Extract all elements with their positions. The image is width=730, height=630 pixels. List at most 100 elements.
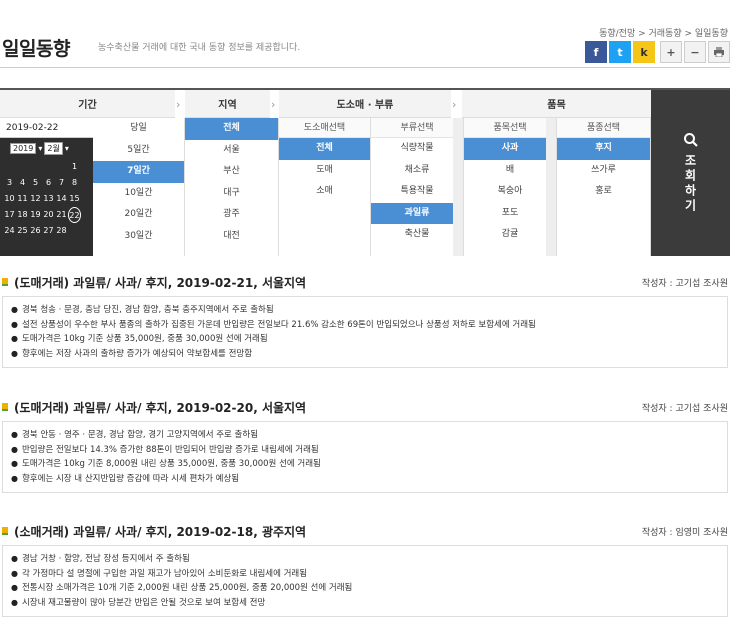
chevron-right-icon: › (271, 98, 276, 111)
calendar-day[interactable]: 20 (42, 207, 55, 223)
item-option[interactable]: 포도 (464, 203, 556, 225)
region-option[interactable]: 광주 (185, 204, 278, 226)
calendar-day[interactable]: 19 (29, 207, 42, 223)
scrollbar[interactable] (453, 118, 463, 256)
calendar-day[interactable] (29, 159, 42, 175)
calendar-day[interactable]: 18 (16, 207, 29, 223)
region-list: 전체 서울 부산 대구 광주 대전 (185, 118, 279, 256)
calendar-day[interactable] (68, 223, 81, 239)
title-marker-icon (2, 403, 8, 409)
article-author: 작성자 : 임영미 조사원 (641, 528, 728, 538)
period-option[interactable]: 5일간 (93, 140, 184, 162)
market-option[interactable]: 도매 (279, 160, 370, 182)
calendar-day[interactable]: 4 (16, 175, 29, 191)
calendar-day[interactable] (16, 159, 29, 175)
item-option[interactable]: 배 (464, 160, 556, 182)
item-option[interactable]: 사과 (464, 138, 556, 160)
calendar-day[interactable]: 1 (68, 159, 81, 175)
calendar-day[interactable]: 24 (3, 223, 16, 239)
calendar-day[interactable]: 3 (3, 175, 16, 191)
calendar-day[interactable]: 14 (55, 191, 68, 207)
article-line: 설전 상품성이 우수한 부사 품종의 출하가 집중된 가운데 반입량은 전일보다… (11, 318, 719, 333)
calendar-day[interactable] (3, 159, 16, 175)
variety-list: 품종선택 후지 쓰가루 홍로 (557, 118, 651, 256)
calendar-day[interactable]: 27 (42, 223, 55, 239)
chevron-down-icon[interactable]: ▾ (38, 144, 42, 153)
article-title[interactable]: (도매거래) 과일류/ 사과/ 후지, 2019-02-20, 서울지역 (14, 399, 306, 416)
category-option[interactable]: 특용작물 (371, 181, 463, 203)
month-select[interactable]: 2월 (44, 142, 63, 155)
calendar-day[interactable]: 13 (42, 191, 55, 207)
market-option[interactable]: 소매 (279, 181, 370, 203)
print-button[interactable] (708, 41, 730, 63)
calendar-day[interactable]: 26 (29, 223, 42, 239)
chevron-right-icon: › (176, 98, 181, 111)
calendar-day[interactable]: 12 (29, 191, 42, 207)
region-header: 지역 (185, 90, 270, 118)
calendar-controls: 2019 ▾ 2월 ▾ (0, 138, 93, 159)
category-option[interactable]: 채소류 (371, 160, 463, 182)
period-option[interactable]: 30일간 (93, 226, 184, 248)
variety-option[interactable]: 쓰가루 (557, 160, 650, 182)
region-option[interactable]: 전체 (185, 118, 278, 140)
zoom-in-button[interactable]: + (660, 41, 682, 63)
calendar-day[interactable]: 6 (42, 175, 55, 191)
article-author: 작성자 : 고기섭 조사원 (641, 404, 728, 414)
calendar-day[interactable]: 11 (16, 191, 29, 207)
market-subheader: 도소매선택 (279, 118, 370, 138)
period-option[interactable]: 10일간 (93, 183, 184, 205)
category-option[interactable]: 축산물 (371, 224, 463, 246)
variety-option[interactable]: 후지 (557, 138, 650, 160)
date-input[interactable]: 2019-02-22 (0, 118, 93, 138)
category-list: 부류선택 식량작물 채소류 특용작물 과일류 축산물 (371, 118, 464, 256)
calendar-day[interactable]: 22 (68, 207, 81, 223)
article-line: 반입량은 전일보다 14.3% 증가한 88톤이 반입되어 반입량 증가로 내림… (11, 443, 719, 458)
breadcrumb[interactable]: 동향/전망 > 거래동향 > 일일동향 (599, 26, 728, 39)
period-option[interactable]: 7일간 (93, 161, 184, 183)
item-option[interactable]: 복숭아 (464, 181, 556, 203)
search-button-label: 조회하기 (683, 154, 697, 214)
calendar-day[interactable]: 10 (3, 191, 16, 207)
region-option[interactable]: 대구 (185, 183, 278, 205)
calendar-day[interactable]: 28 (55, 223, 68, 239)
facebook-share-button[interactable]: f (585, 41, 607, 63)
article-title[interactable]: (도매거래) 과일류/ 사과/ 후지, 2019-02-21, 서울지역 (14, 274, 306, 291)
calendar-day[interactable]: 7 (55, 175, 68, 191)
period-option[interactable]: 20일간 (93, 204, 184, 226)
calendar-days: 1 3 4 5 6 7 8 10 11 12 13 14 15 17 18 19 20 21 22 24 25 26 27 2… (3, 159, 93, 239)
scrollbar[interactable] (546, 118, 556, 256)
print-icon (714, 47, 724, 57)
kakaostory-share-button[interactable]: k (633, 41, 655, 63)
market-option[interactable]: 전체 (279, 138, 370, 160)
item-header: 품목 (462, 90, 651, 118)
period-option[interactable]: 당일 (93, 118, 184, 140)
calendar-day[interactable]: 25 (16, 223, 29, 239)
variety-option[interactable]: 홍로 (557, 181, 650, 203)
article-author: 작성자 : 고기섭 조사원 (641, 279, 728, 289)
calendar-widget[interactable]: 2019-02-22 2019 ▾ 2월 ▾ 1 3 4 5 6 7 8 10 11 12 13 14… (0, 118, 93, 256)
region-option[interactable]: 부산 (185, 161, 278, 183)
calendar-day[interactable]: 5 (29, 175, 42, 191)
item-option[interactable]: 감귤 (464, 224, 556, 246)
calendar-day[interactable]: 15 (68, 191, 81, 207)
chevron-down-icon[interactable]: ▾ (65, 144, 69, 153)
calendar-day[interactable]: 21 (55, 207, 68, 223)
search-button[interactable]: 조회하기 (651, 90, 730, 256)
category-option[interactable]: 식량작물 (371, 138, 463, 160)
calendar-day[interactable] (42, 159, 55, 175)
market-header: 도소매 · 부류 (279, 90, 451, 118)
period-list: 당일 5일간 7일간 10일간 20일간 30일간 (93, 118, 185, 256)
region-option[interactable]: 대전 (185, 226, 278, 248)
zoom-out-button[interactable]: − (684, 41, 706, 63)
title-marker-icon (2, 527, 8, 533)
year-select[interactable]: 2019 (10, 143, 37, 154)
share-toolbar: f t k + − (585, 41, 730, 63)
calendar-day[interactable]: 17 (3, 207, 16, 223)
article-title[interactable]: (소매거래) 과일류/ 사과/ 후지, 2019-02-18, 광주지역 (14, 523, 306, 540)
region-option[interactable]: 서울 (185, 140, 278, 162)
search-filter-panel: 기간 › 지역 › 도소매 · 부류 › 품목 2019-02-22 2019 … (0, 88, 730, 256)
calendar-day[interactable] (55, 159, 68, 175)
twitter-share-button[interactable]: t (609, 41, 631, 63)
calendar-day[interactable]: 8 (68, 175, 81, 191)
category-option[interactable]: 과일류 (371, 202, 463, 224)
